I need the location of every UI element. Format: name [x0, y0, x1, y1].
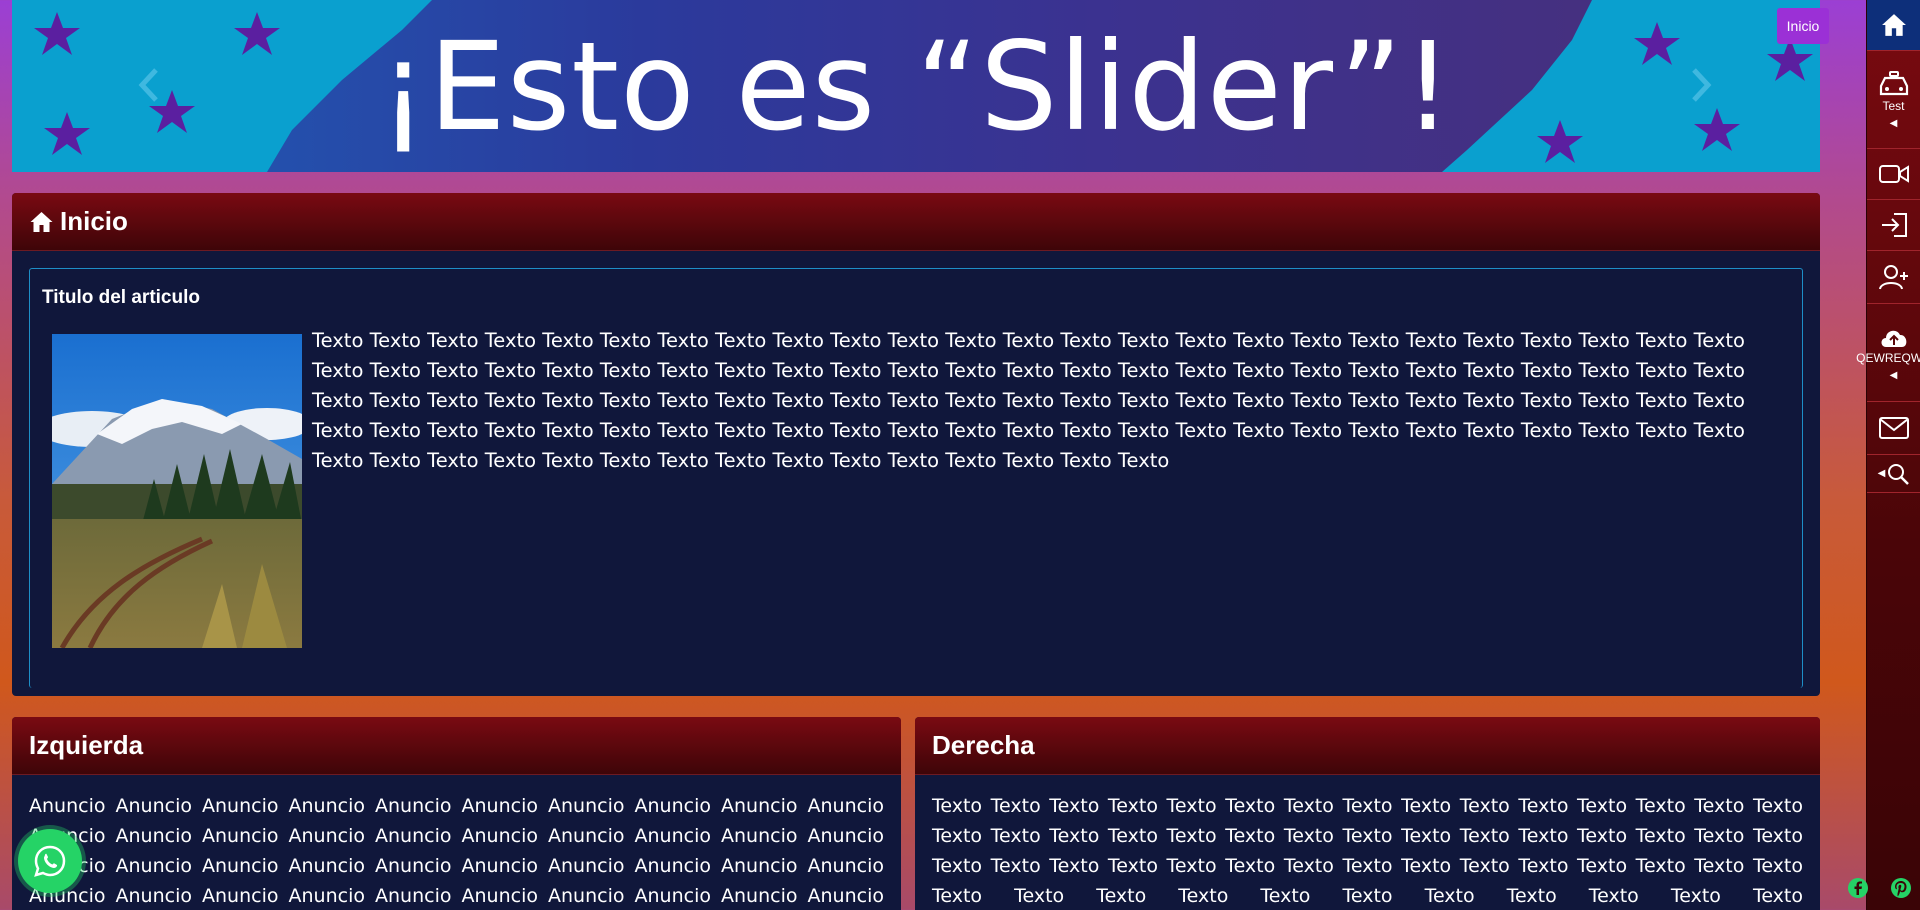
slider-next-button[interactable] — [1684, 62, 1720, 108]
hero-slider: ¡Esto es “Slider”! — [12, 0, 1820, 172]
mail-icon — [1878, 417, 1909, 439]
login-icon — [1881, 213, 1907, 237]
izquierda-panel: Izquierda Anuncio Anuncio Anuncio Anunci… — [12, 717, 901, 910]
search-icon — [1888, 463, 1910, 485]
article-body: Texto Texto Texto Texto Texto Texto Text… — [312, 329, 1745, 472]
pinterest-icon[interactable] — [1890, 877, 1912, 899]
add-user-icon — [1878, 265, 1908, 290]
article-image — [52, 334, 302, 648]
sidebar-item-qewreqwr[interactable]: QEWREQWR ◀ — [1856, 304, 1920, 402]
sidebar-tooltip: Inicio — [1777, 8, 1829, 44]
sidebar-item-label: Test — [1882, 98, 1905, 113]
derecha-panel-title: Derecha — [932, 730, 1035, 760]
chevron-left-icon — [138, 68, 158, 102]
cloud-upload-icon — [1881, 330, 1906, 347]
sidebar-item-inicio[interactable] — [1867, 0, 1920, 51]
video-icon — [1878, 165, 1909, 183]
sidebar-item-mail[interactable] — [1867, 402, 1920, 455]
inicio-panel-title: Inicio — [60, 206, 128, 236]
inicio-panel-header: Inicio — [12, 193, 1820, 251]
izquierda-panel-body: Anuncio Anuncio Anuncio Anuncio Anuncio … — [29, 795, 884, 907]
facebook-icon[interactable] — [1847, 877, 1869, 899]
whatsapp-button[interactable] — [18, 829, 82, 893]
caret-left-icon: ◀ — [1889, 369, 1898, 381]
slider-title: ¡Esto es “Slider”! — [378, 16, 1454, 158]
sidebar-item-test[interactable]: Test ◀ — [1867, 51, 1920, 149]
izquierda-panel-title: Izquierda — [29, 730, 144, 760]
derecha-panel-body: Texto Texto Texto Texto Texto Texto Text… — [932, 795, 1803, 907]
chevron-right-icon — [1692, 68, 1712, 102]
sidebar-item-search[interactable]: ◀ — [1867, 455, 1920, 493]
article-title: Titulo del articulo — [42, 287, 200, 308]
inicio-panel: Inicio Titulo del articulo Texto Texto T… — [12, 193, 1820, 696]
home-icon — [30, 211, 53, 232]
whatsapp-icon — [34, 845, 66, 877]
caret-left-icon: ◀ — [1877, 467, 1886, 479]
derecha-panel-header: Derecha — [915, 717, 1820, 775]
izquierda-panel-header: Izquierda — [12, 717, 901, 775]
sidebar-item-label: QEWREQWR — [1856, 350, 1920, 365]
right-sidebar-nav: Test ◀ QEWREQWR ◀ ◀ — [1856, 0, 1920, 910]
slider-prev-button[interactable] — [130, 62, 166, 108]
derecha-panel: Derecha Texto Texto Texto Texto Texto Te… — [915, 717, 1820, 910]
article-card: Titulo del articulo Texto Texto Texto Te… — [29, 268, 1803, 688]
sidebar-item-add-user[interactable] — [1867, 251, 1920, 304]
caret-left-icon: ◀ — [1889, 117, 1898, 129]
home-icon — [1881, 14, 1906, 36]
sidebar-item-login[interactable] — [1867, 200, 1920, 251]
sidebar-item-video[interactable] — [1867, 149, 1920, 200]
taxi-icon — [1879, 70, 1908, 95]
